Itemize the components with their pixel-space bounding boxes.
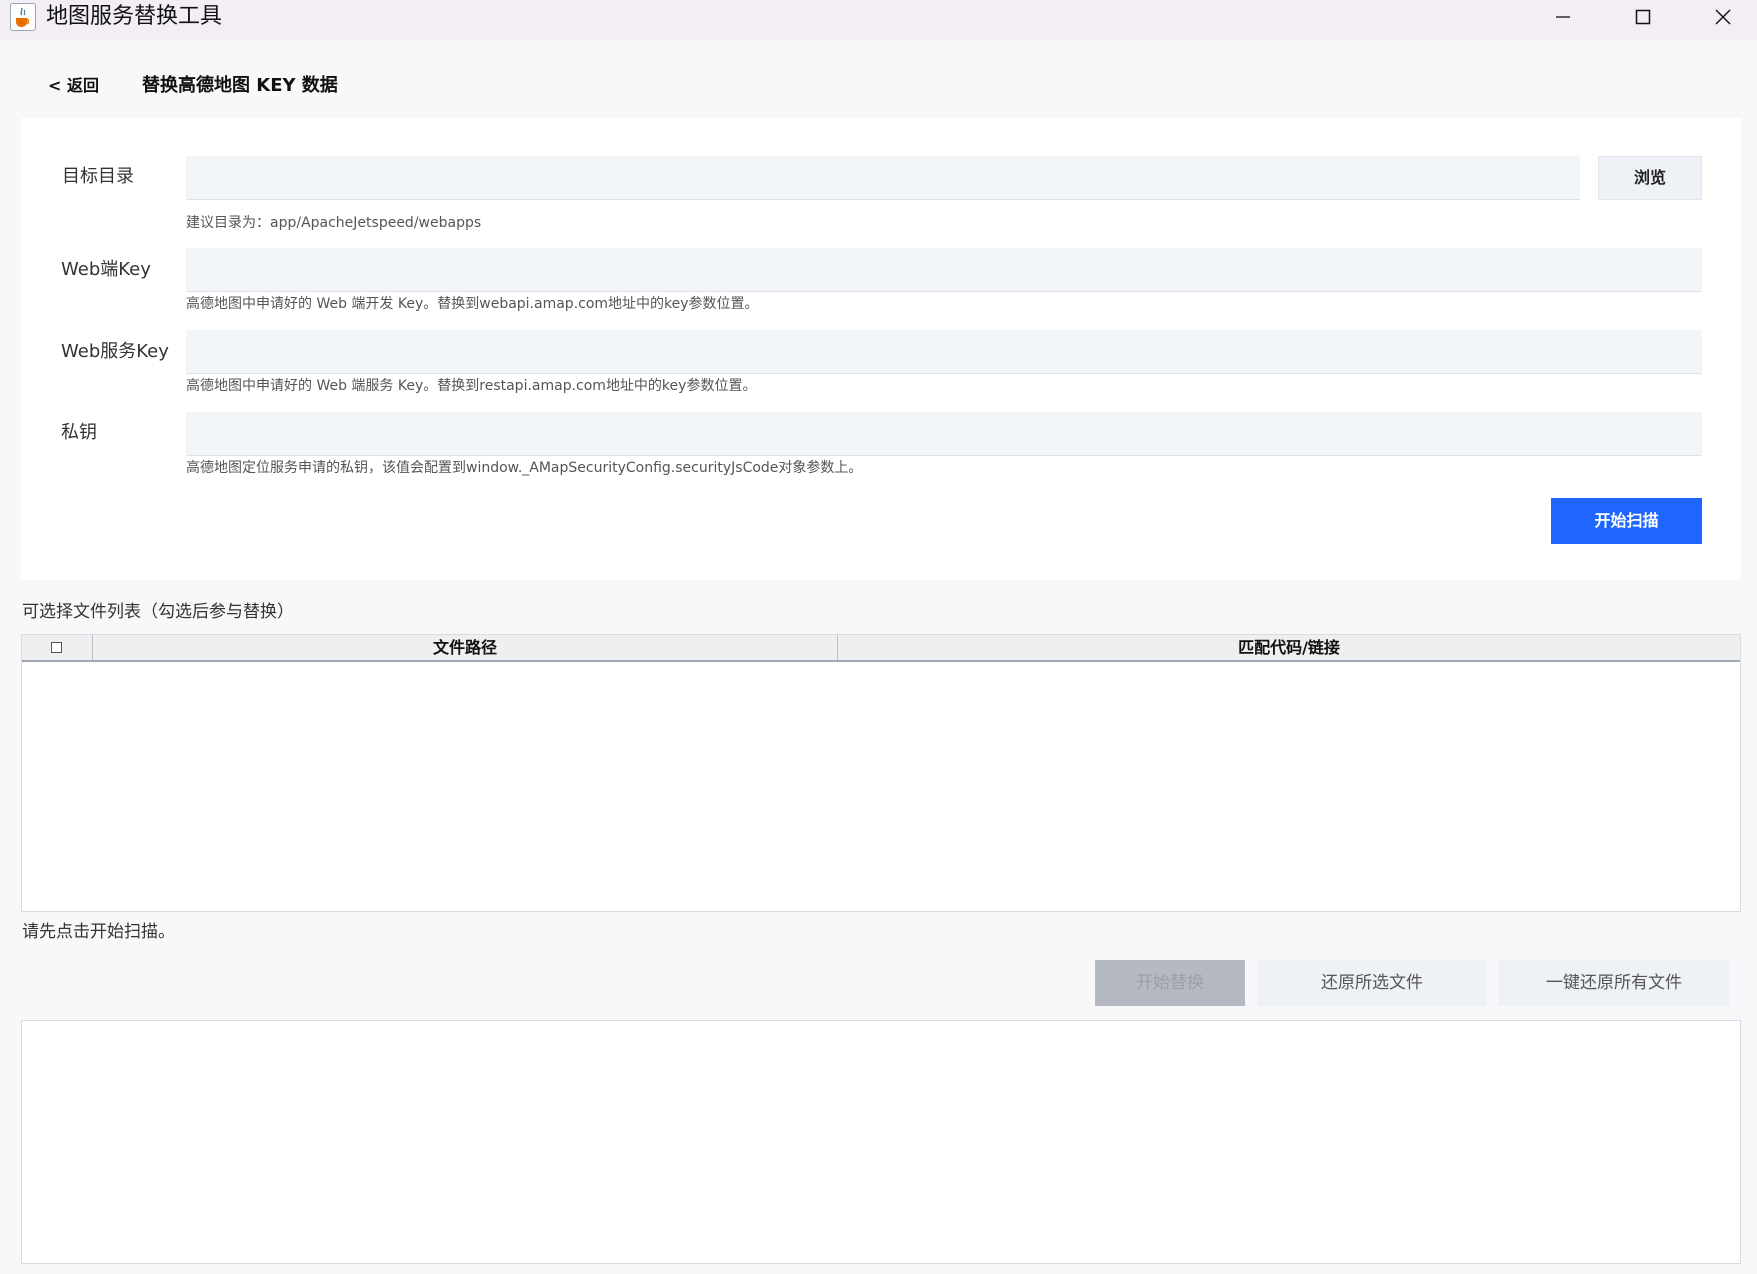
target-dir-label: 目标目录 <box>62 166 134 187</box>
browse-button[interactable]: 浏览 <box>1598 156 1702 200</box>
web-key-hint: 高德地图中申请好的 Web 端开发 Key。替换到webapi.amap.com… <box>186 296 759 312</box>
web-service-key-input[interactable] <box>186 330 1702 374</box>
private-key-input[interactable] <box>186 412 1702 456</box>
select-all-checkbox[interactable] <box>51 642 62 653</box>
close-button[interactable] <box>1688 0 1757 34</box>
window-title: 地图服务替换工具 <box>46 4 223 29</box>
web-key-input[interactable] <box>186 248 1702 292</box>
column-header-file-path[interactable]: 文件路径 <box>93 635 838 660</box>
java-cup-icon <box>10 3 36 31</box>
target-dir-input[interactable] <box>186 156 1580 200</box>
restore-selected-button[interactable]: 还原所选文件 <box>1257 960 1487 1006</box>
private-key-hint: 高德地图定位服务申请的私钥，该值会配置到window._AMapSecurity… <box>186 460 863 476</box>
maximize-button[interactable] <box>1608 0 1678 34</box>
file-list-caption: 可选择文件列表（勾选后参与替换） <box>22 602 294 622</box>
minimize-icon <box>1556 16 1570 18</box>
private-key-label: 私钥 <box>61 422 97 443</box>
web-service-key-label: Web服务Key <box>61 341 169 362</box>
page-title: 替换高德地图 KEY 数据 <box>142 75 338 96</box>
target-dir-hint: 建议目录为：app/ApacheJetspeed/webapps <box>186 215 482 231</box>
web-key-label: Web端Key <box>61 259 151 280</box>
select-all-column <box>22 635 93 660</box>
status-message: 请先点击开始扫描。 <box>22 922 175 942</box>
start-replace-button[interactable]: 开始替换 <box>1095 960 1245 1006</box>
title-bar: 地图服务替换工具 <box>0 0 1757 40</box>
web-service-key-hint: 高德地图中申请好的 Web 端服务 Key。替换到restapi.amap.co… <box>186 378 757 394</box>
column-header-match-code[interactable]: 匹配代码/链接 <box>838 635 1740 660</box>
close-icon <box>1715 9 1731 25</box>
restore-all-button[interactable]: 一键还原所有文件 <box>1499 960 1729 1006</box>
log-output-area[interactable] <box>21 1020 1741 1264</box>
maximize-icon <box>1635 9 1651 25</box>
start-scan-button[interactable]: 开始扫描 <box>1551 498 1702 544</box>
table-header: 文件路径 匹配代码/链接 <box>22 635 1740 662</box>
back-link[interactable]: < 返回 <box>48 76 99 96</box>
file-table[interactable]: 文件路径 匹配代码/链接 <box>21 634 1741 912</box>
minimize-button[interactable] <box>1528 0 1598 34</box>
